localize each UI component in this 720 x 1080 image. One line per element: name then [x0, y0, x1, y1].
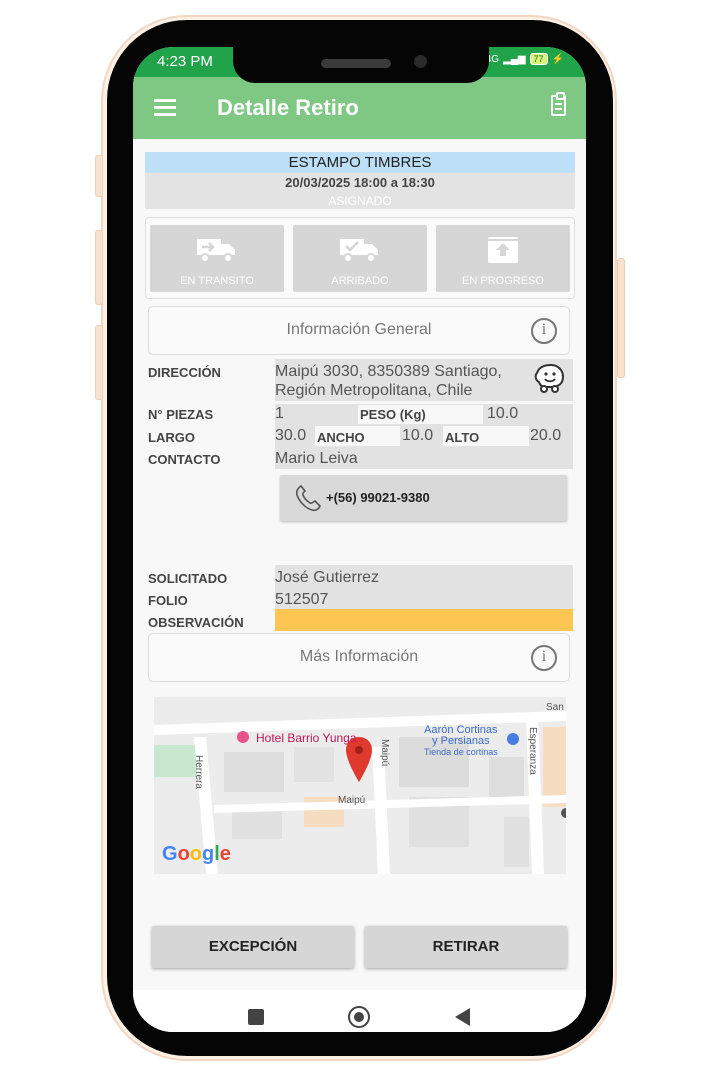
largo-label: LARGO [148, 430, 195, 445]
front-camera [414, 55, 427, 68]
solicitado-value: José Gutierrez [275, 569, 380, 586]
piezas-value: 1 [275, 405, 284, 422]
info-general-title: Información General [286, 321, 432, 338]
info-general-section[interactable]: Información General [148, 306, 570, 355]
truck-arrow-icon [197, 239, 235, 263]
map-street-maipu: Maipú [338, 795, 366, 806]
waze-icon[interactable] [533, 363, 565, 393]
status-time: 4:23 PM [157, 53, 213, 70]
clipboard-icon[interactable] [551, 92, 566, 116]
alto-label: ALTO [445, 430, 480, 445]
solicitado-label: SOLICITADO [148, 571, 228, 586]
state-buttons-panel: EN TRANSITO ARRIBADO EN PROGRESO [145, 217, 575, 299]
camera-notch [233, 47, 489, 83]
hamburger-menu-icon[interactable] [154, 99, 176, 116]
contact-phone-number: +(56) 99021-9380 [326, 490, 430, 505]
peso-value: 10.0 [487, 405, 519, 422]
location-map[interactable]: Hotel Barrio Yunga Aarón Cortinas y Pers… [154, 697, 566, 874]
phone-side-button [95, 155, 103, 197]
en-transito-button[interactable]: EN TRANSITO [150, 225, 284, 292]
direccion-line2: Región Metropolitana, Chile [275, 382, 473, 399]
google-logo: Google [162, 843, 231, 865]
folio-value: 512507 [275, 591, 329, 608]
map-street-esperanza: Esperanza [527, 727, 538, 775]
map-label-store-sub: Tienda de cortinas [424, 747, 498, 757]
battery-icon: 77 [529, 53, 548, 65]
map-street-maipu-vertical: Maipú [379, 739, 390, 767]
retirar-button[interactable]: RETIRAR [365, 926, 567, 968]
info-icon[interactable] [531, 318, 557, 344]
phone-side-button [95, 230, 103, 305]
box-upload-icon [488, 237, 518, 263]
ancho-label: ANCHO [317, 430, 365, 445]
contacto-label: CONTACTO [148, 452, 221, 467]
app-bar: Detalle Retiro [133, 77, 586, 139]
pickup-title: ESTAMPO TIMBRES [145, 152, 575, 173]
ancho-value: 10.0 [402, 427, 434, 444]
piezas-label: N° PIEZAS [148, 407, 214, 422]
page-title: Detalle Retiro [217, 95, 359, 120]
home-icon[interactable] [348, 1006, 370, 1028]
map-label-store-line2: y Persianas [432, 735, 490, 747]
mas-info-section[interactable]: Más Información [148, 633, 570, 682]
phone-icon [295, 484, 321, 512]
back-icon[interactable] [455, 1008, 470, 1026]
call-contact-button[interactable]: +(56) 99021-9380 [280, 475, 567, 521]
en-progreso-label: EN PROGRESO [462, 275, 544, 287]
contacto-value: Mario Leiva [275, 450, 358, 467]
observacion-label: OBSERVACIÓN [148, 615, 244, 630]
recents-icon[interactable] [248, 1009, 264, 1025]
signal-icon: ▂▄▆ [503, 53, 526, 65]
info-icon[interactable] [531, 645, 557, 671]
alto-value: 20.0 [530, 427, 562, 444]
pickup-datetime: 20/03/2025 18:00 a 18:30 [145, 173, 575, 193]
truck-check-icon [340, 239, 378, 263]
map-street-herrera: Herrera [193, 755, 204, 789]
arribado-label: ARRIBADO [331, 275, 389, 287]
phone-side-button [617, 258, 625, 378]
pickup-status: ASIGNADO [145, 193, 575, 209]
mas-info-title: Más Información [299, 648, 419, 665]
arribado-button[interactable]: ARRIBADO [293, 225, 427, 292]
map-street-san: San [546, 702, 564, 713]
observacion-value [275, 609, 573, 631]
en-progreso-button[interactable]: EN PROGRESO [436, 225, 570, 292]
exception-button[interactable]: EXCEPCIÓN [152, 926, 354, 968]
speaker-grille [321, 59, 391, 68]
en-transito-label: EN TRANSITO [180, 275, 254, 287]
charging-icon: ⚡ [551, 53, 564, 65]
peso-label: PESO (Kg) [360, 407, 426, 422]
status-icons: 4G ▂▄▆ 77 ⚡ [486, 53, 564, 65]
pickup-header: ESTAMPO TIMBRES 20/03/2025 18:00 a 18:30… [145, 152, 575, 209]
largo-value: 30.0 [275, 427, 307, 444]
map-label-hotel: Hotel Barrio Yunga [256, 731, 357, 745]
direccion-label: DIRECCIÓN [148, 365, 221, 380]
phone-side-button [95, 325, 103, 400]
folio-label: FOLIO [148, 593, 188, 608]
android-nav-bar [133, 990, 586, 1032]
app-screen: 4:23 PM 4G ▂▄▆ 77 ⚡ Detalle Retiro ESTAM… [133, 47, 586, 1032]
direccion-line1: Maipú 3030, 8350389 Santiago, [275, 363, 502, 380]
map-label-store: Aarón Cortinas y Persianas Tienda de cor… [424, 725, 498, 758]
